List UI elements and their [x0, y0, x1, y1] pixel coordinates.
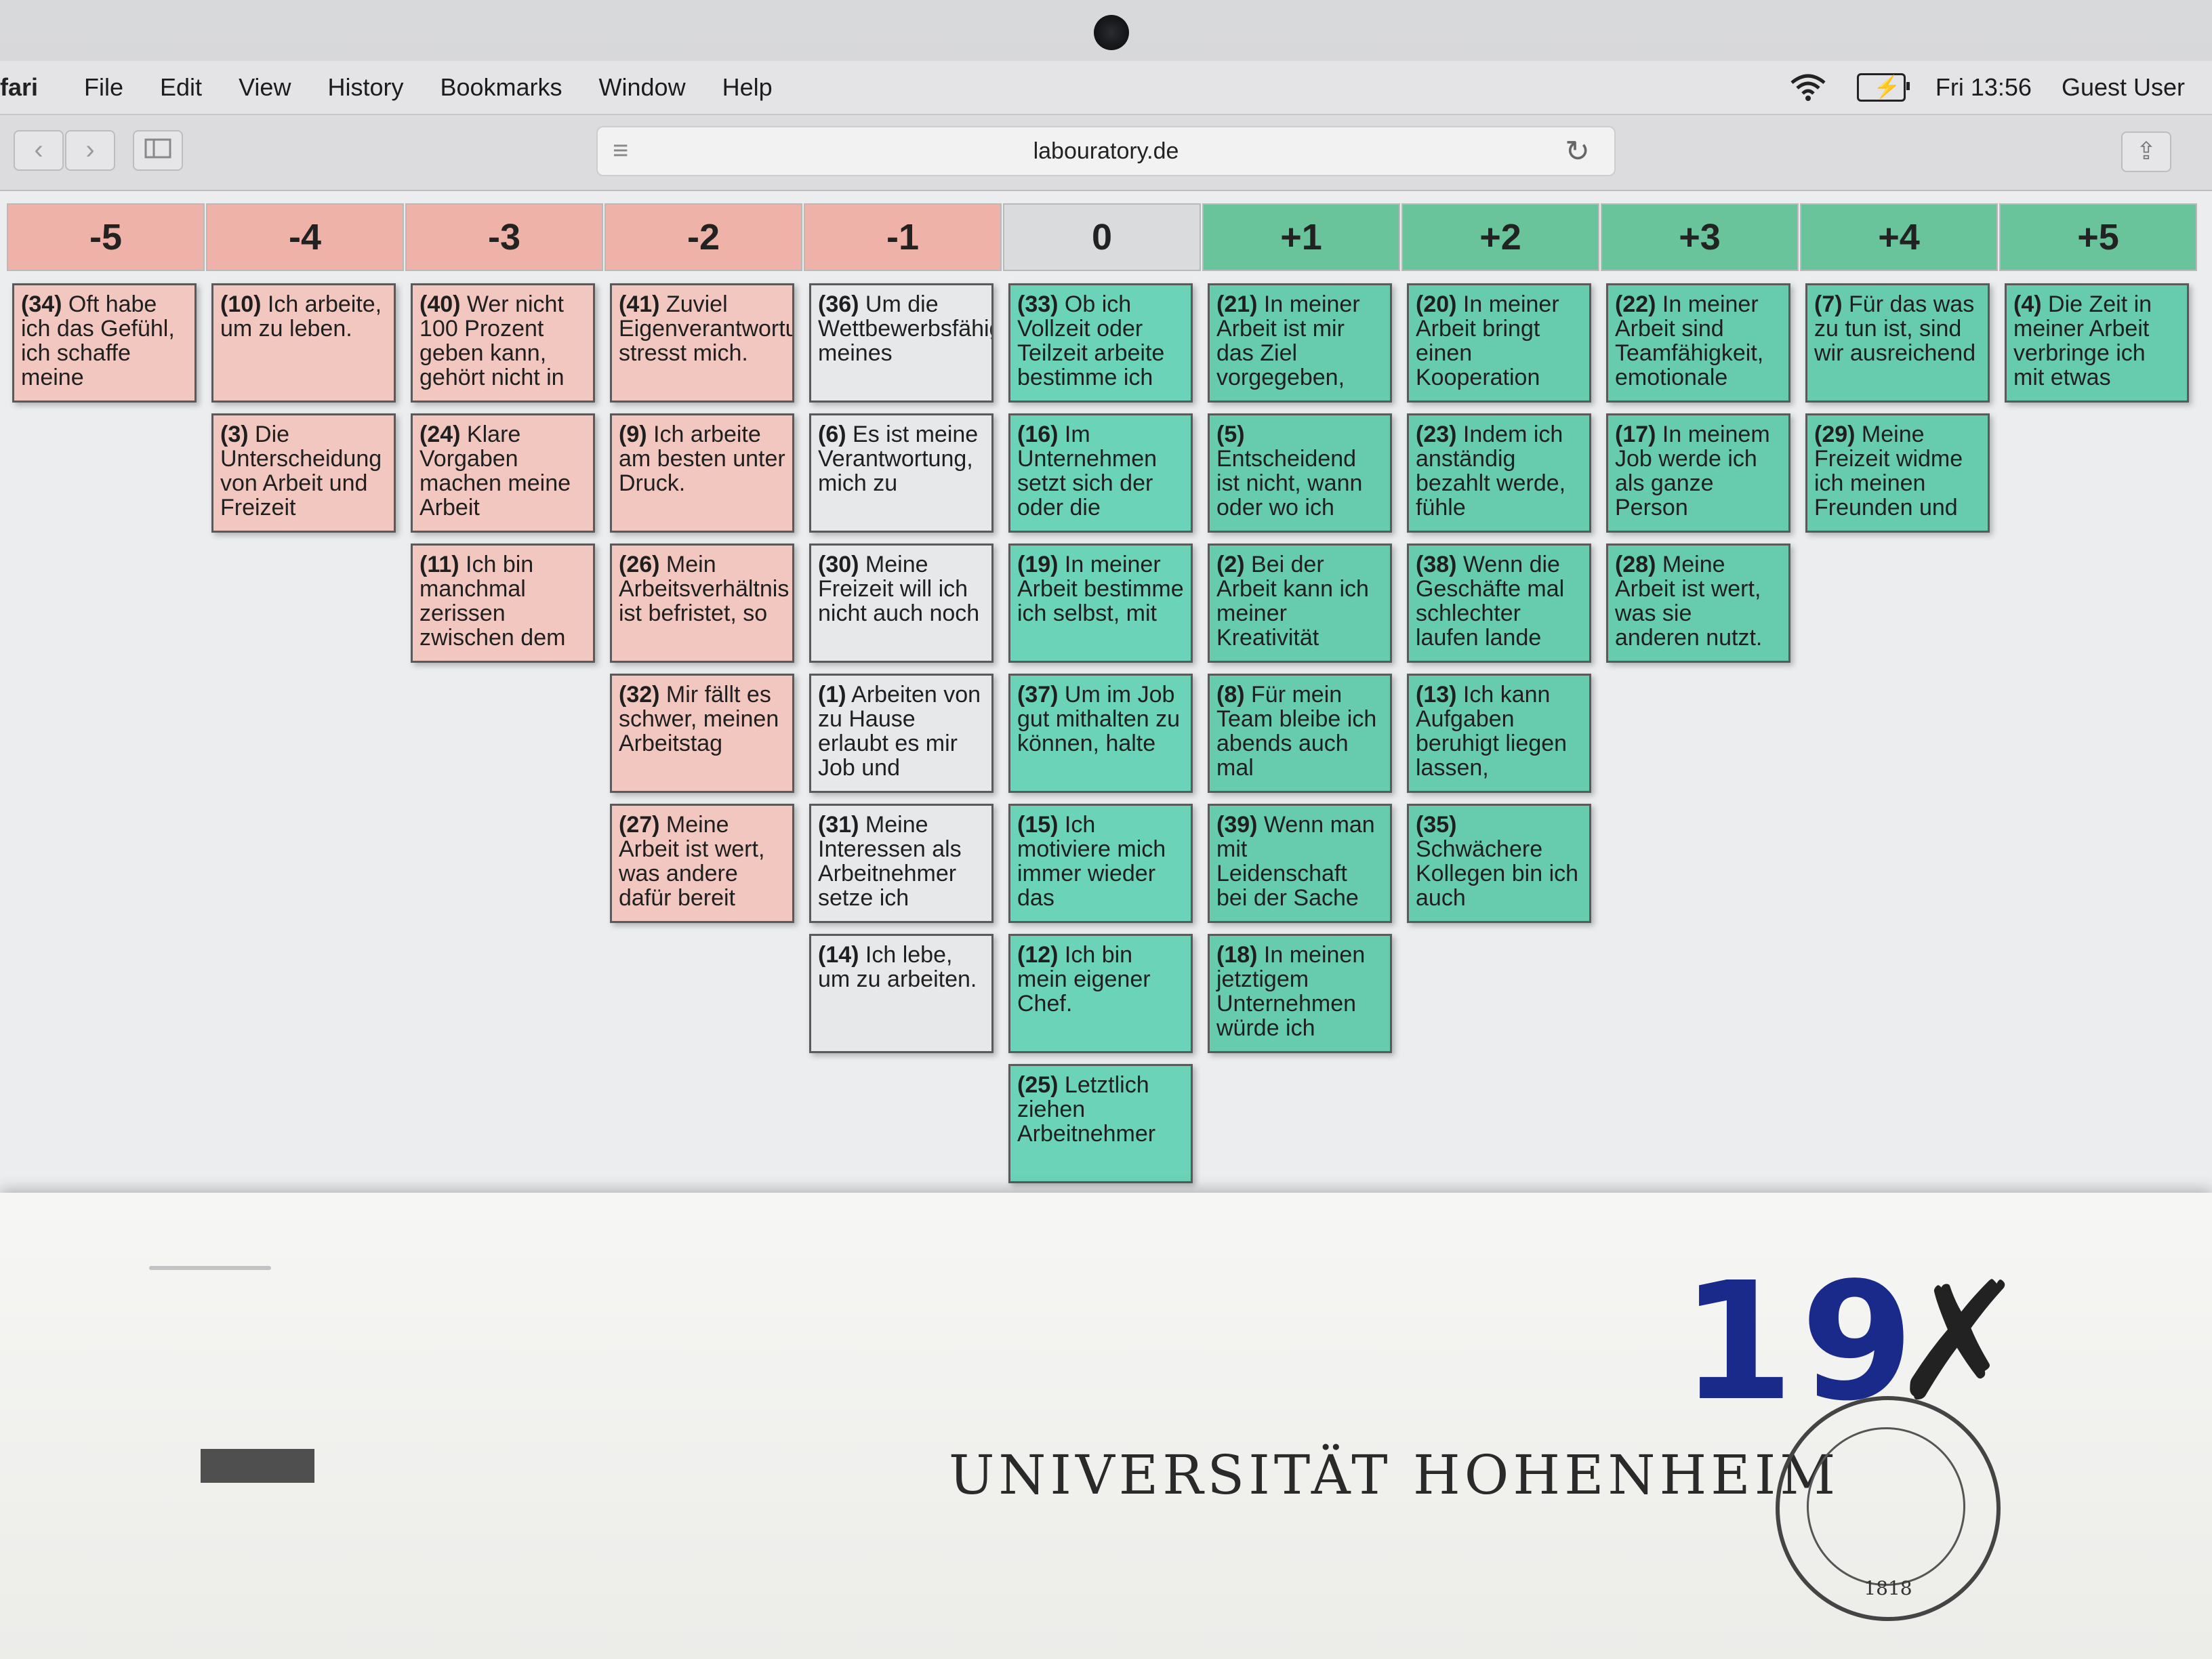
paper-card: UNIVERSITÄT HOHENHEIM 19 ✗ 1818	[0, 1193, 2212, 1659]
score-header: -3	[405, 203, 603, 271]
wifi-icon[interactable]	[1789, 73, 1827, 102]
statement-card[interactable]: (3) Die Unterscheidung von Arbeit und Fr…	[211, 413, 396, 533]
column-minus-4: (10) Ich arbeite, um zu leben. (3) Die U…	[211, 283, 403, 544]
statement-card[interactable]: (23) Indem ich anständig bezahlt werde, …	[1407, 413, 1591, 533]
statement-card[interactable]: (39) Wenn man mit Leidenschaft bei der S…	[1208, 804, 1392, 923]
reload-icon[interactable]: ↻	[1565, 134, 1590, 169]
statement-card[interactable]: (40) Wer nicht 100 Prozent geben kann, g…	[411, 283, 595, 403]
statement-card[interactable]: (21) In meiner Arbeit ist mir das Ziel v…	[1208, 283, 1392, 403]
statement-card[interactable]: (32) Mir fällt es schwer, meinen Arbeits…	[610, 674, 794, 793]
score-header: -1	[804, 203, 1002, 271]
statement-card[interactable]: (4) Die Zeit in meiner Arbeit verbringe …	[2005, 283, 2189, 403]
menu-history[interactable]: History	[327, 73, 403, 102]
app-menu[interactable]: fari	[0, 73, 47, 102]
statement-card[interactable]: (28) Meine Arbeit ist wert, was sie ande…	[1606, 544, 1790, 663]
university-seal-icon: 1818	[1776, 1396, 2001, 1621]
statement-card[interactable]: (7) Für das was zu tun ist, sind wir aus…	[1805, 283, 1990, 403]
statement-card[interactable]: (15) Ich motiviere mich immer wieder das	[1008, 804, 1193, 923]
sidebar-icon	[144, 138, 171, 159]
statement-card[interactable]: (22) In meiner Arbeit sind Teamfähigkeit…	[1606, 283, 1790, 403]
menu-bookmarks[interactable]: Bookmarks	[440, 73, 562, 102]
menu-window[interactable]: Window	[599, 73, 686, 102]
browser-toolbar: ‹ › ≡ labouratory.de ↻ ⇪	[0, 115, 2212, 191]
sidebar-toggle-button[interactable]	[133, 130, 183, 171]
statement-card[interactable]: (13) Ich kann Aufgaben beruhigt liegen l…	[1407, 674, 1591, 793]
menu-edit[interactable]: Edit	[160, 73, 202, 102]
statement-card[interactable]: (17) In meinem Job werde ich als ganze P…	[1606, 413, 1790, 533]
statement-card[interactable]: (36) Um die Wettbewerbsfähigkeit meines	[809, 283, 994, 403]
statement-card[interactable]: (41) Zuviel Eigenverantwortung stresst m…	[610, 283, 794, 403]
score-header: +2	[1401, 203, 1599, 271]
column-zero: (33) Ob ich Vollzeit oder Teilzeit arbei…	[1008, 283, 1200, 1194]
forward-button[interactable]: ›	[65, 130, 115, 171]
statement-card[interactable]: (9) Ich arbeite am besten unter Druck.	[610, 413, 794, 533]
column-plus-2: (20) In meiner Arbeit bringt einen Koope…	[1407, 283, 1598, 934]
statement-card[interactable]: (24) Klare Vorgaben machen meine Arbeit	[411, 413, 595, 533]
statement-card[interactable]: (10) Ich arbeite, um zu leben.	[211, 283, 396, 403]
score-header: -2	[605, 203, 802, 271]
statement-card[interactable]: (34) Oft habe ich das Gefühl, ich schaff…	[12, 283, 197, 403]
paper-black-mark	[201, 1449, 314, 1483]
back-button[interactable]: ‹	[14, 130, 64, 171]
score-header: +3	[1601, 203, 1799, 271]
statement-card[interactable]: (12) Ich bin mein eigener Chef.	[1008, 934, 1193, 1053]
column-minus-2: (41) Zuviel Eigenverantwortung stresst m…	[610, 283, 801, 934]
statement-card[interactable]: (6) Es ist meine Verantwortung, mich zu	[809, 413, 994, 533]
score-header: +1	[1202, 203, 1400, 271]
menu-help[interactable]: Help	[722, 73, 773, 102]
share-button[interactable]: ⇪	[2121, 131, 2171, 172]
paper-dash	[149, 1266, 271, 1270]
statement-card[interactable]: (37) Um im Job gut mithalten zu können, …	[1008, 674, 1193, 793]
statement-card[interactable]: (38) Wenn die Geschäfte mal schlechter l…	[1407, 544, 1591, 663]
battery-icon[interactable]: ⚡	[1856, 73, 1910, 102]
statement-card[interactable]: (11) Ich bin manchmal zerissen zwischen …	[411, 544, 595, 663]
university-name: UNIVERSITÄT HOHENHEIM	[949, 1443, 1840, 1507]
statement-card[interactable]: (30) Meine Freizeit will ich nicht auch …	[809, 544, 994, 663]
score-header: -5	[7, 203, 205, 271]
statement-card[interactable]: (31) Meine Interessen als Arbeitnehmer s…	[809, 804, 994, 923]
address-bar[interactable]: ≡ labouratory.de ↻	[596, 126, 1616, 176]
statement-card[interactable]: (20) In meiner Arbeit bringt einen Koope…	[1407, 283, 1591, 403]
statement-card[interactable]: (8) Für mein Team bleibe ich abends auch…	[1208, 674, 1392, 793]
statement-card[interactable]: (5) Entscheidend ist nicht, wann oder wo…	[1208, 413, 1392, 533]
status-area: ⚡ Fri 13:56 Guest User	[1789, 61, 2185, 114]
seal-inner	[1807, 1427, 1965, 1586]
statement-card[interactable]: (26) Mein Arbeitsverhältnis ist befriste…	[610, 544, 794, 663]
column-plus-5: (4) Die Zeit in meiner Arbeit verbringe …	[2005, 283, 2196, 413]
score-header: -4	[206, 203, 404, 271]
statement-card[interactable]: (2) Bei der Arbeit kann ich meiner Kreat…	[1208, 544, 1392, 663]
menu-view[interactable]: View	[239, 73, 291, 102]
column-minus-3: (40) Wer nicht 100 Prozent geben kann, g…	[411, 283, 602, 674]
score-header: +4	[1800, 203, 1998, 271]
menu-bar: fari File Edit View History Bookmarks Wi…	[0, 61, 2212, 115]
column-minus-5: (34) Oft habe ich das Gefühl, ich schaff…	[12, 283, 203, 413]
score-header: 0	[1003, 203, 1201, 271]
statement-card[interactable]: (18) In meinen jetztigem Unternehmen wür…	[1208, 934, 1392, 1053]
statement-card[interactable]: (1) Arbeiten von zu Hause erlaubt es mir…	[809, 674, 994, 793]
statement-card[interactable]: (14) Ich lebe, um zu arbeiten.	[809, 934, 994, 1053]
statement-card[interactable]: (33) Ob ich Vollzeit oder Teilzeit arbei…	[1008, 283, 1193, 403]
statement-card[interactable]: (16) Im Unternehmen setzt sich der oder …	[1008, 413, 1193, 533]
score-header-row: -5 -4 -3 -2 -1 0 +1 +2 +3 +4 +5	[7, 203, 2203, 271]
column-plus-3: (22) In meiner Arbeit sind Teamfähigkeit…	[1606, 283, 1797, 674]
menu-clock[interactable]: Fri 13:56	[1936, 73, 2032, 102]
column-minus-1: (36) Um die Wettbewerbsfähigkeit meines …	[809, 283, 1000, 1064]
statement-card[interactable]: (29) Meine Freizeit widme ich meinen Fre…	[1805, 413, 1990, 533]
statement-card[interactable]: (35) Schwächere Kollegen bin ich auch	[1407, 804, 1591, 923]
menu-file[interactable]: File	[84, 73, 123, 102]
seal-year: 1818	[1864, 1577, 1912, 1599]
statement-card[interactable]: (27) Meine Arbeit ist wert, was andere d…	[610, 804, 794, 923]
url-text: labouratory.de	[1033, 138, 1179, 164]
score-header: +5	[1999, 203, 2197, 271]
column-plus-1: (21) In meiner Arbeit ist mir das Ziel v…	[1208, 283, 1399, 1064]
user-menu[interactable]: Guest User	[2062, 73, 2185, 102]
webcam	[1094, 15, 1129, 50]
column-plus-4: (7) Für das was zu tun ist, sind wir aus…	[1805, 283, 1996, 544]
statement-card[interactable]: (25) Letztlich ziehen Arbeitnehmer	[1008, 1064, 1193, 1183]
statement-card[interactable]: (19) In meiner Arbeit bestimme ich selbs…	[1008, 544, 1193, 663]
